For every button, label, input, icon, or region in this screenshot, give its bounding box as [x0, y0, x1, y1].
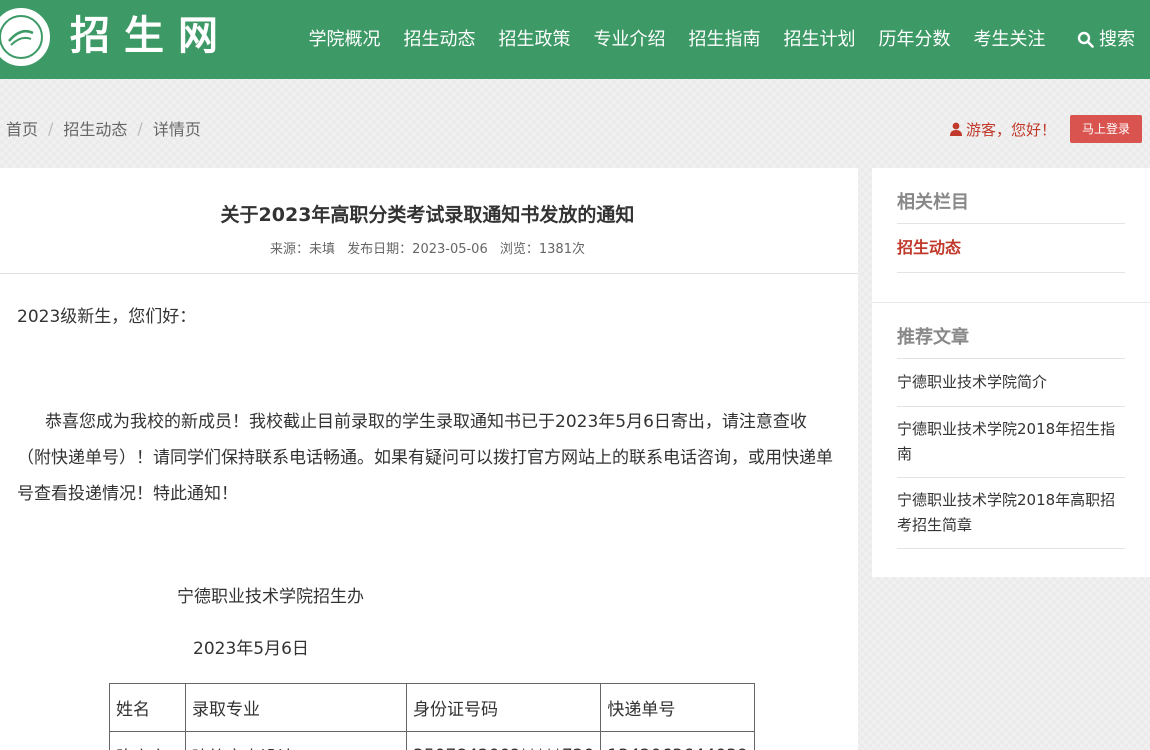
recommended-article-link[interactable]: 宁德职业技术学院简介 [897, 359, 1125, 407]
table-header-cell: 录取专业 [185, 683, 407, 732]
table-cell: 1342063644039 [600, 731, 755, 750]
site-header: 招生网 学院概况 招生动态 招生政策 专业介绍 招生指南 招生计划 历年分数 考… [0, 0, 1150, 79]
greeting-text: 游客，您好！ [965, 120, 1056, 139]
recommended-articles-panel: 推荐文章 宁德职业技术学院简介 宁德职业技术学院2018年招生指南 宁德职业技术… [872, 302, 1150, 577]
table-header-cell: 姓名 [109, 683, 186, 732]
recommended-article-link[interactable]: 宁德职业技术学院2018年招生指南 [897, 407, 1125, 478]
site-logo-text[interactable]: 招生网 [70, 12, 232, 60]
article-body: 恭喜您成为我校的新成员！我校截止目前录取的学生录取通知书已于2023年5月6日寄… [17, 412, 833, 504]
search-label: 搜索 [1099, 29, 1135, 50]
user-area: 游客，您好！ 马上登录 [949, 115, 1142, 143]
table-cell: 陈启宇 [109, 731, 186, 750]
nav-item-news[interactable]: 招生动态 [392, 0, 487, 79]
school-emblem-icon[interactable] [0, 8, 50, 66]
breadcrumb-news[interactable]: 招生动态 [63, 116, 127, 140]
related-columns-title: 相关栏目 [897, 168, 1125, 224]
nav-item-policy[interactable]: 招生政策 [487, 0, 582, 79]
nav-item-about[interactable]: 学院概况 [297, 0, 392, 79]
article-source: 来源：未填 [270, 242, 336, 257]
table-cell: 建筑室内设计 [185, 731, 407, 750]
search-icon [1077, 31, 1094, 48]
article-meta: 来源：未填 发布日期：2023-05-06 浏览：1381次 [0, 238, 855, 257]
recommended-article-link[interactable]: 宁德职业技术学院2018年高职招考招生简章 [897, 478, 1125, 549]
table-row: 陈启宇 建筑室内设计 350784200?*****720 1342063644… [109, 731, 755, 750]
article-greeting: 2023级新生，您们好： [17, 307, 197, 327]
divider [0, 273, 858, 274]
login-button[interactable]: 马上登录 [1069, 115, 1142, 143]
breadcrumb-separator: / [137, 118, 143, 138]
search-button[interactable]: 搜索 [1057, 0, 1135, 79]
nav-item-concerns[interactable]: 考生关注 [962, 0, 1057, 79]
article-date: 发布日期：2023-05-06 [347, 242, 488, 257]
guest-greeting: 游客，您好！ [949, 119, 1056, 140]
related-columns-panel: 相关栏目 招生动态 [872, 168, 1150, 302]
breadcrumb-home[interactable]: 首页 [6, 116, 38, 140]
article-sign-date: 2023年5月6日 [193, 639, 309, 659]
nav-item-scores[interactable]: 历年分数 [867, 0, 962, 79]
admission-table: 姓名 录取专业 身份证号码 快递单号 陈启宇 建筑室内设计 350784200?… [109, 683, 755, 750]
related-item-news[interactable]: 招生动态 [897, 224, 1125, 273]
article-title: 关于2023年高职分类考试录取通知书发放的通知 [220, 204, 635, 226]
table-header-cell: 身份证号码 [405, 683, 602, 732]
table-cell: 350784200?*****720 [405, 731, 602, 750]
article-signature: 宁德职业技术学院招生办 [177, 587, 364, 607]
breadcrumb: 首页 / 招生动态 / 详情页 [6, 116, 201, 140]
recommended-articles-title: 推荐文章 [897, 303, 1125, 359]
breadcrumb-current: 详情页 [152, 120, 201, 139]
article-views: 浏览：1381次 [499, 242, 585, 257]
article-panel: 关于2023年高职分类考试录取通知书发放的通知 来源：未填 发布日期：2023-… [0, 168, 858, 750]
table-header-cell: 快递单号 [600, 683, 755, 732]
table-header-row: 姓名 录取专业 身份证号码 快递单号 [109, 683, 755, 732]
breadcrumb-separator: / [48, 118, 54, 138]
nav-item-guide[interactable]: 招生指南 [677, 0, 772, 79]
main-nav: 学院概况 招生动态 招生政策 专业介绍 招生指南 招生计划 历年分数 考生关注 … [297, 0, 1136, 79]
nav-item-majors[interactable]: 专业介绍 [582, 0, 677, 79]
user-icon [949, 122, 962, 136]
nav-item-plan[interactable]: 招生计划 [772, 0, 867, 79]
